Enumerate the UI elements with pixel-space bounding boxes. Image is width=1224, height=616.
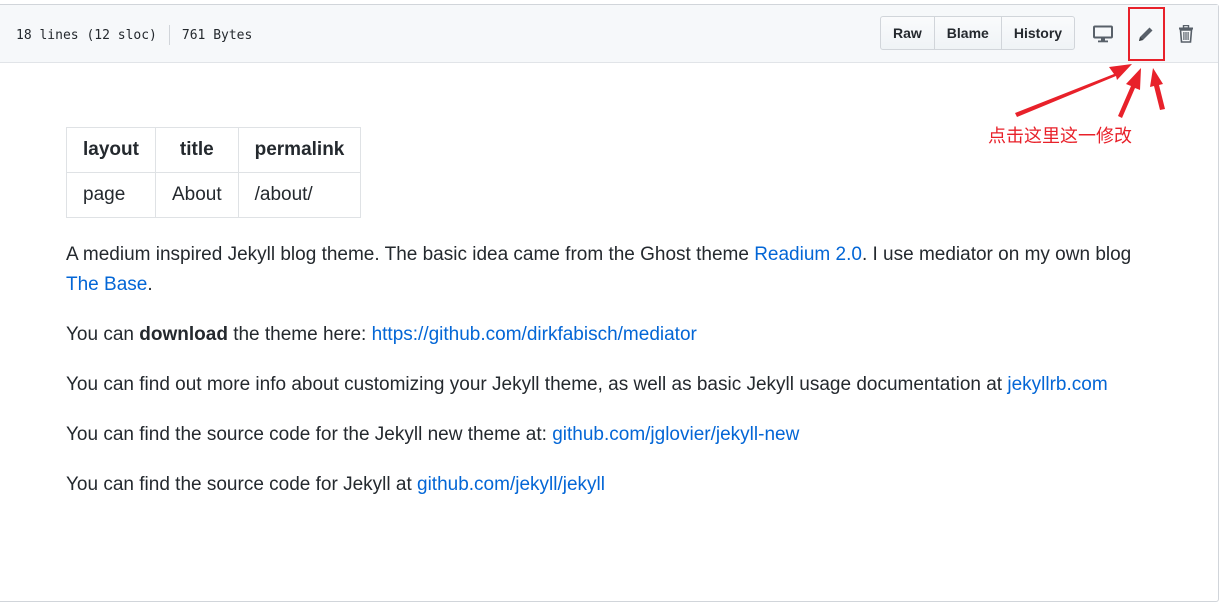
jekyllrb-link[interactable]: jekyllrb.com: [1007, 374, 1107, 395]
text: A medium inspired Jekyll blog theme. The…: [66, 244, 755, 265]
readium-link[interactable]: Readium 2.0: [754, 244, 862, 265]
file-info-divider: [168, 25, 170, 45]
table-header-cell: layout: [66, 127, 156, 173]
paragraph-new-theme: You can find the source code for the Jek…: [66, 420, 1166, 450]
the-base-link[interactable]: The Base: [66, 274, 147, 295]
edit-highlight-box: [1128, 7, 1165, 61]
text: You can find out more info about customi…: [66, 374, 1008, 395]
desktop-icon[interactable]: [1092, 23, 1114, 45]
table-header-cell: permalink: [237, 127, 362, 173]
trash-icon[interactable]: [1175, 23, 1197, 45]
blame-button[interactable]: Blame: [935, 17, 1002, 49]
lines-info: 18 lines (12 sloc): [16, 27, 157, 43]
text: . I use mediator on my own blog: [861, 244, 1132, 265]
table-cell: page: [66, 172, 156, 218]
table-cell: About: [154, 172, 239, 218]
size-info: 761 Bytes: [181, 27, 253, 43]
mediator-repo-link[interactable]: https://github.com/dirkfabisch/mediator: [372, 324, 697, 345]
text: the theme here:: [227, 324, 372, 345]
paragraph-download: You can download the theme here: https:/…: [66, 320, 1166, 350]
front-matter-table: layout title permalink page About /about…: [66, 127, 362, 218]
text: .: [147, 274, 153, 295]
text: You can: [66, 324, 140, 345]
readme-content: layout title permalink page About /about…: [66, 127, 1166, 500]
paragraph-intro: A medium inspired Jekyll blog theme. The…: [66, 240, 1166, 300]
jekyll-repo-link[interactable]: github.com/jekyll/jekyll: [417, 474, 605, 495]
history-button[interactable]: History: [1002, 17, 1074, 49]
file-header: 18 lines (12 sloc) 761 Bytes Raw Blame H…: [0, 5, 1218, 63]
file-info: 18 lines (12 sloc) 761 Bytes: [16, 25, 252, 45]
text: You can find the source code for the Jek…: [66, 424, 553, 445]
text: You can find the source code for Jekyll …: [66, 474, 418, 495]
file-actions-button-group: Raw Blame History: [880, 16, 1076, 50]
table-row: page About /about/: [66, 172, 362, 218]
paragraph-customize: You can find out more info about customi…: [66, 370, 1166, 400]
table-header-row: layout title permalink: [66, 127, 362, 173]
table-cell: /about/: [237, 172, 362, 218]
jekyll-new-link[interactable]: github.com/jglovier/jekyll-new: [552, 424, 799, 445]
raw-button[interactable]: Raw: [881, 17, 935, 49]
bold-text: download: [139, 324, 228, 345]
table-header-cell: title: [154, 127, 239, 173]
paragraph-source: You can find the source code for Jekyll …: [66, 470, 1166, 500]
